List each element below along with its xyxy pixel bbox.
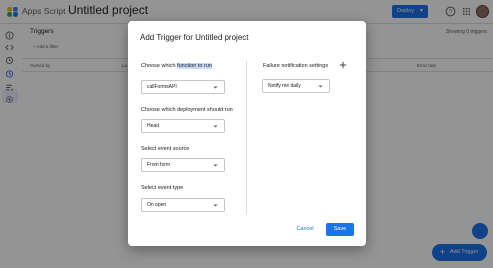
dropdown-arrow-icon <box>318 85 323 88</box>
notify-value: Notify me daily <box>268 83 301 89</box>
failure-notification-label: Failure notification settings <box>263 63 329 69</box>
notify-select[interactable]: Notify me daily <box>262 79 330 93</box>
event-type-value: On open <box>147 202 167 208</box>
function-value: callFormsAPI <box>147 84 177 90</box>
event-type-select[interactable]: On open <box>141 198 225 212</box>
dropdown-arrow-icon <box>213 86 218 89</box>
dropdown-arrow-icon <box>213 204 218 207</box>
deployment-select[interactable]: Head <box>141 119 225 133</box>
dropdown-arrow-icon <box>213 125 218 128</box>
function-label-highlight: function to run <box>177 63 212 69</box>
deployment-label: Choose which deployment should run <box>141 107 233 113</box>
event-source-value: From form <box>147 162 171 168</box>
cancel-button[interactable]: Cancel <box>293 223 317 235</box>
add-trigger-dialog: Add Trigger for Untitled project Choose … <box>128 21 366 246</box>
deployment-value: Head <box>147 123 159 129</box>
add-notification-icon[interactable] <box>339 61 347 69</box>
event-source-select[interactable]: From form <box>141 158 225 172</box>
function-label-prefix: Choose which <box>141 63 178 69</box>
dropdown-arrow-icon <box>213 164 218 167</box>
column-divider <box>246 61 247 215</box>
function-select[interactable]: callFormsAPI <box>141 80 225 94</box>
function-label: Choose which function to run <box>141 63 212 69</box>
event-source-label: Select event source <box>141 146 190 152</box>
save-button[interactable]: Save <box>326 223 354 236</box>
event-type-label: Select event type <box>141 185 184 191</box>
dialog-title: Add Trigger for Untitled project <box>140 33 249 42</box>
